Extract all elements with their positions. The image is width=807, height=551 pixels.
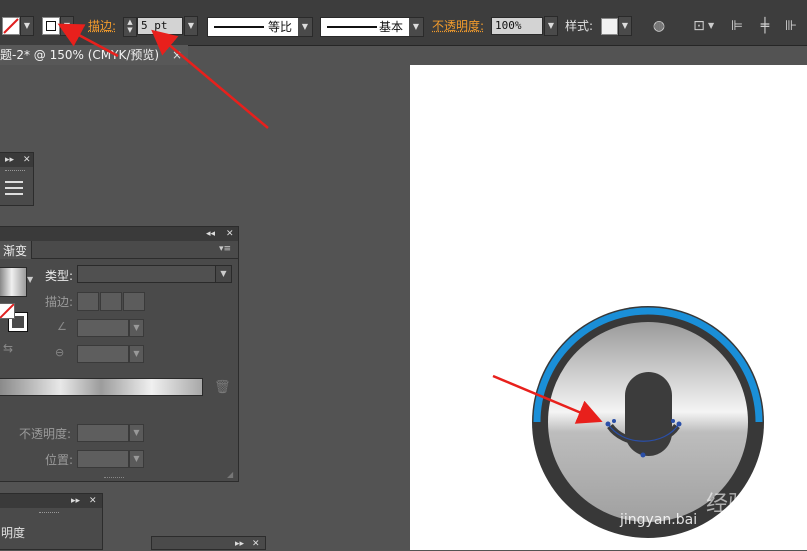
panel-titlebar: ▸▸ ✕ [0,494,102,508]
chevron-down-icon: ▼ [409,18,423,36]
opacity-label: 不透明度: [19,427,72,441]
align-center-icon[interactable]: ╪ [756,17,774,35]
collapsed-panel-bottom: ▸▸ ✕ [151,536,266,550]
align-dropdown-arrow[interactable]: ▼ [708,17,714,35]
fill-swatch[interactable] [2,17,20,35]
tab-gradient-label: 渐变 [3,244,28,258]
none-slash-icon [0,303,15,319]
stroke-swatch[interactable] [42,17,60,35]
bottom-grip [104,477,124,478]
location-field [77,450,129,468]
width-profile-label: 等比 [268,20,293,34]
close-icon[interactable]: ✕ [226,227,234,241]
delete-stop-icon[interactable]: 🗑 [214,380,231,395]
none-slash-icon [3,18,19,34]
collapse-icon[interactable]: ▸▸ [71,494,80,508]
close-icon[interactable]: ✕ [23,153,31,167]
tab-strip [31,258,238,259]
opacity-label[interactable]: 不透明度: [432,17,484,35]
stroke-label[interactable]: 描边: [88,17,116,35]
stroke-gradient-across-button [123,292,145,311]
angle-icon: ∠ [57,320,67,333]
opacity-field [77,424,129,442]
chevron-down-icon: ▼ [298,18,312,36]
gradient-slider[interactable] [0,378,203,396]
document-tab[interactable]: 题-2* @ 150% (CMYK/预览) × [0,45,188,65]
opacity-dropdown: ▼ [129,424,144,442]
anchor-point [612,419,616,423]
document-tab-title: 题-2* @ 150% (CMYK/预览) [0,48,160,62]
grip-icon [39,512,59,513]
type-label: 类型: [45,269,74,283]
brush-definition-dropdown[interactable]: 基本 ▼ [320,17,424,37]
microphone-artwork [532,306,764,538]
fill-dropdown-arrow[interactable]: ▼ [20,16,34,36]
aspect-ratio-icon: ⊖ [55,346,65,359]
stroke-label: 描边: [45,295,74,309]
stroke-dropdown-arrow[interactable]: ▼ [60,16,74,36]
collapsed-panel: ▸▸ ✕ [0,152,34,206]
stroke-width-dropdown[interactable]: ▼ [184,16,198,36]
gradient-swatch-dropdown[interactable]: ▼ [27,275,33,284]
panel-titlebar: ◂◂ ✕ [0,227,238,241]
gradient-swatch[interactable] [0,267,27,297]
style-swatch[interactable] [601,18,618,35]
stroke-width-input[interactable]: 5 pt [137,17,183,35]
tab-gradient[interactable]: 渐变 [0,241,32,259]
close-icon[interactable]: ✕ [252,537,260,551]
anchor-point [671,419,675,423]
fill-stroke-indicator[interactable] [0,303,28,333]
transparency-panel: ▸▸ ✕ 明度 [0,493,103,550]
close-icon[interactable]: ✕ [89,494,97,508]
stroke-gradient-along-button [100,292,122,311]
aspect-ratio-dropdown: ▼ [129,345,144,363]
reverse-gradient-icon[interactable]: ⇆ [3,341,13,355]
opacity-input[interactable]: 100% [491,17,543,35]
panel-menu-icon[interactable]: ▾≡ [219,244,231,254]
location-label: 位置: [45,453,74,467]
recolor-artwork-icon[interactable]: ◍ [650,17,668,35]
anchor-point [605,421,611,427]
watermark-text: jingyan.bai [620,512,698,528]
style-label: 样式: [565,19,594,33]
aspect-ratio-field [77,345,129,363]
style-dropdown[interactable]: ▼ [618,16,632,36]
control-bar: ▼ ▼ 描边: ▲ ▼ 5 pt ▼ 等比 ▼ 基本 ▼ 不透明度: 100% ▼… [0,0,807,46]
angle-field [77,319,129,337]
gradient-panel: ◂◂ ✕ 渐变 ▾≡ ▼ ⇆ 类型: ▼ 描边: ∠ ▼ ⊖ ▼ 🗑 不透明度:… [0,226,239,482]
stroke-width-spinner[interactable]: ▲ ▼ [123,17,137,37]
brush-definition-label: 基本 [379,20,404,34]
resize-grip-icon[interactable]: ◢ [227,470,233,479]
anchor-point [640,452,646,458]
hamburger-menu-icon[interactable] [5,181,23,195]
stroke-gradient-within-button [77,292,99,311]
align-to-selection-icon[interactable]: ⊡ [690,17,708,35]
width-profile-dropdown[interactable]: 等比 ▼ [207,17,313,37]
document-tab-close-icon[interactable]: × [172,45,182,65]
location-dropdown: ▼ [129,450,144,468]
watermark-brand: 经验 [706,492,751,517]
type-select[interactable]: ▼ [77,265,232,283]
align-right-icon[interactable]: ⊪ [782,17,800,35]
panel-titlebar: ▸▸ ✕ [0,153,33,167]
opacity-dropdown[interactable]: ▼ [544,16,558,36]
collapse-icon[interactable]: ▸▸ [5,153,14,167]
angle-dropdown: ▼ [129,319,144,337]
align-left-icon[interactable]: ⊫ [728,17,746,35]
grip-icon [5,170,25,173]
anchor-point [676,421,682,427]
collapse-icon[interactable]: ▸▸ [235,537,244,551]
collapse-icon[interactable]: ◂◂ [206,227,215,241]
panel-label: 明度 [1,526,26,540]
